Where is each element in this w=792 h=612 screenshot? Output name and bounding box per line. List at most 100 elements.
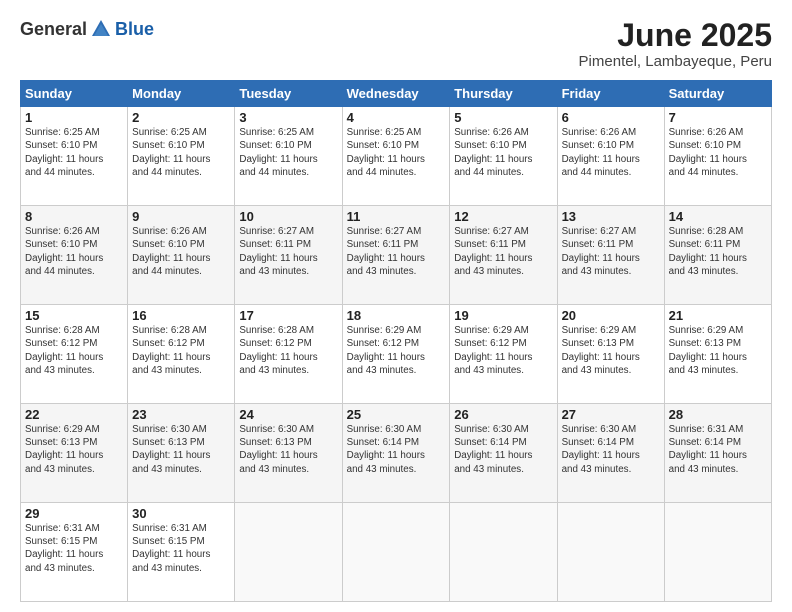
calendar-cell: 23Sunrise: 6:30 AMSunset: 6:13 PMDayligh…: [128, 404, 235, 503]
header: General Blue June 2025 Pimentel, Lambaye…: [20, 18, 772, 70]
calendar-cell: 7Sunrise: 6:26 AMSunset: 6:10 PMDaylight…: [664, 107, 771, 206]
location-title: Pimentel, Lambayeque, Peru: [579, 53, 772, 70]
day-number: 8: [25, 209, 123, 224]
day-info: Sunrise: 6:31 AMSunset: 6:15 PMDaylight:…: [25, 522, 123, 575]
calendar-cell: 26Sunrise: 6:30 AMSunset: 6:14 PMDayligh…: [450, 404, 557, 503]
day-info: Sunrise: 6:26 AMSunset: 6:10 PMDaylight:…: [562, 126, 660, 179]
day-number: 15: [25, 308, 123, 323]
day-info: Sunrise: 6:28 AMSunset: 6:12 PMDaylight:…: [132, 324, 230, 377]
calendar-cell: 28Sunrise: 6:31 AMSunset: 6:14 PMDayligh…: [664, 404, 771, 503]
day-number: 22: [25, 407, 123, 422]
calendar-cell: [450, 503, 557, 602]
calendar-cell: 22Sunrise: 6:29 AMSunset: 6:13 PMDayligh…: [21, 404, 128, 503]
title-block: June 2025 Pimentel, Lambayeque, Peru: [579, 18, 772, 70]
day-number: 23: [132, 407, 230, 422]
day-number: 18: [347, 308, 446, 323]
calendar-cell: 30Sunrise: 6:31 AMSunset: 6:15 PMDayligh…: [128, 503, 235, 602]
day-info: Sunrise: 6:27 AMSunset: 6:11 PMDaylight:…: [562, 225, 660, 278]
calendar-table: SundayMondayTuesdayWednesdayThursdayFrid…: [20, 80, 772, 602]
day-number: 25: [347, 407, 446, 422]
month-title: June 2025: [579, 18, 772, 53]
day-number: 1: [25, 110, 123, 125]
calendar-header-tuesday: Tuesday: [235, 81, 342, 107]
day-number: 7: [669, 110, 767, 125]
day-number: 3: [239, 110, 337, 125]
day-info: Sunrise: 6:31 AMSunset: 6:14 PMDaylight:…: [669, 423, 767, 476]
calendar-cell: 24Sunrise: 6:30 AMSunset: 6:13 PMDayligh…: [235, 404, 342, 503]
calendar-cell: 13Sunrise: 6:27 AMSunset: 6:11 PMDayligh…: [557, 206, 664, 305]
calendar-week-3: 15Sunrise: 6:28 AMSunset: 6:12 PMDayligh…: [21, 305, 772, 404]
day-info: Sunrise: 6:30 AMSunset: 6:14 PMDaylight:…: [347, 423, 446, 476]
calendar-cell: 2Sunrise: 6:25 AMSunset: 6:10 PMDaylight…: [128, 107, 235, 206]
day-number: 27: [562, 407, 660, 422]
day-number: 14: [669, 209, 767, 224]
day-info: Sunrise: 6:28 AMSunset: 6:11 PMDaylight:…: [669, 225, 767, 278]
page: General Blue June 2025 Pimentel, Lambaye…: [0, 0, 792, 612]
logo-icon: [90, 18, 112, 40]
day-info: Sunrise: 6:29 AMSunset: 6:12 PMDaylight:…: [454, 324, 552, 377]
calendar-week-1: 1Sunrise: 6:25 AMSunset: 6:10 PMDaylight…: [21, 107, 772, 206]
day-number: 10: [239, 209, 337, 224]
day-info: Sunrise: 6:28 AMSunset: 6:12 PMDaylight:…: [239, 324, 337, 377]
calendar-week-5: 29Sunrise: 6:31 AMSunset: 6:15 PMDayligh…: [21, 503, 772, 602]
day-number: 19: [454, 308, 552, 323]
day-info: Sunrise: 6:30 AMSunset: 6:14 PMDaylight:…: [454, 423, 552, 476]
calendar-header-saturday: Saturday: [664, 81, 771, 107]
day-info: Sunrise: 6:28 AMSunset: 6:12 PMDaylight:…: [25, 324, 123, 377]
calendar-cell: 18Sunrise: 6:29 AMSunset: 6:12 PMDayligh…: [342, 305, 450, 404]
calendar-cell: 19Sunrise: 6:29 AMSunset: 6:12 PMDayligh…: [450, 305, 557, 404]
calendar-cell: [342, 503, 450, 602]
day-info: Sunrise: 6:26 AMSunset: 6:10 PMDaylight:…: [25, 225, 123, 278]
day-number: 30: [132, 506, 230, 521]
day-number: 2: [132, 110, 230, 125]
logo-blue: Blue: [115, 19, 154, 40]
calendar-header-wednesday: Wednesday: [342, 81, 450, 107]
calendar-cell: 15Sunrise: 6:28 AMSunset: 6:12 PMDayligh…: [21, 305, 128, 404]
day-number: 28: [669, 407, 767, 422]
calendar-cell: 5Sunrise: 6:26 AMSunset: 6:10 PMDaylight…: [450, 107, 557, 206]
day-number: 12: [454, 209, 552, 224]
logo-general: General: [20, 19, 87, 40]
calendar-week-2: 8Sunrise: 6:26 AMSunset: 6:10 PMDaylight…: [21, 206, 772, 305]
day-number: 11: [347, 209, 446, 224]
calendar-cell: [235, 503, 342, 602]
calendar-week-4: 22Sunrise: 6:29 AMSunset: 6:13 PMDayligh…: [21, 404, 772, 503]
calendar-cell: 4Sunrise: 6:25 AMSunset: 6:10 PMDaylight…: [342, 107, 450, 206]
day-info: Sunrise: 6:29 AMSunset: 6:13 PMDaylight:…: [669, 324, 767, 377]
calendar-cell: 9Sunrise: 6:26 AMSunset: 6:10 PMDaylight…: [128, 206, 235, 305]
day-number: 13: [562, 209, 660, 224]
calendar-cell: 17Sunrise: 6:28 AMSunset: 6:12 PMDayligh…: [235, 305, 342, 404]
calendar-cell: 21Sunrise: 6:29 AMSunset: 6:13 PMDayligh…: [664, 305, 771, 404]
calendar-cell: 27Sunrise: 6:30 AMSunset: 6:14 PMDayligh…: [557, 404, 664, 503]
day-info: Sunrise: 6:27 AMSunset: 6:11 PMDaylight:…: [454, 225, 552, 278]
day-info: Sunrise: 6:31 AMSunset: 6:15 PMDaylight:…: [132, 522, 230, 575]
day-info: Sunrise: 6:26 AMSunset: 6:10 PMDaylight:…: [454, 126, 552, 179]
calendar-cell: 29Sunrise: 6:31 AMSunset: 6:15 PMDayligh…: [21, 503, 128, 602]
day-number: 26: [454, 407, 552, 422]
calendar-cell: [664, 503, 771, 602]
calendar-cell: 14Sunrise: 6:28 AMSunset: 6:11 PMDayligh…: [664, 206, 771, 305]
day-info: Sunrise: 6:26 AMSunset: 6:10 PMDaylight:…: [132, 225, 230, 278]
calendar-header-friday: Friday: [557, 81, 664, 107]
day-number: 20: [562, 308, 660, 323]
day-info: Sunrise: 6:30 AMSunset: 6:13 PMDaylight:…: [239, 423, 337, 476]
calendar-cell: 6Sunrise: 6:26 AMSunset: 6:10 PMDaylight…: [557, 107, 664, 206]
calendar-header-thursday: Thursday: [450, 81, 557, 107]
day-number: 29: [25, 506, 123, 521]
calendar-header-monday: Monday: [128, 81, 235, 107]
calendar-cell: 1Sunrise: 6:25 AMSunset: 6:10 PMDaylight…: [21, 107, 128, 206]
day-info: Sunrise: 6:29 AMSunset: 6:13 PMDaylight:…: [25, 423, 123, 476]
calendar-cell: 11Sunrise: 6:27 AMSunset: 6:11 PMDayligh…: [342, 206, 450, 305]
day-info: Sunrise: 6:30 AMSunset: 6:13 PMDaylight:…: [132, 423, 230, 476]
day-info: Sunrise: 6:25 AMSunset: 6:10 PMDaylight:…: [25, 126, 123, 179]
day-number: 9: [132, 209, 230, 224]
day-number: 6: [562, 110, 660, 125]
calendar-cell: 25Sunrise: 6:30 AMSunset: 6:14 PMDayligh…: [342, 404, 450, 503]
day-info: Sunrise: 6:27 AMSunset: 6:11 PMDaylight:…: [347, 225, 446, 278]
calendar-cell: 12Sunrise: 6:27 AMSunset: 6:11 PMDayligh…: [450, 206, 557, 305]
day-info: Sunrise: 6:29 AMSunset: 6:12 PMDaylight:…: [347, 324, 446, 377]
day-info: Sunrise: 6:29 AMSunset: 6:13 PMDaylight:…: [562, 324, 660, 377]
day-number: 21: [669, 308, 767, 323]
day-info: Sunrise: 6:25 AMSunset: 6:10 PMDaylight:…: [132, 126, 230, 179]
day-info: Sunrise: 6:25 AMSunset: 6:10 PMDaylight:…: [347, 126, 446, 179]
